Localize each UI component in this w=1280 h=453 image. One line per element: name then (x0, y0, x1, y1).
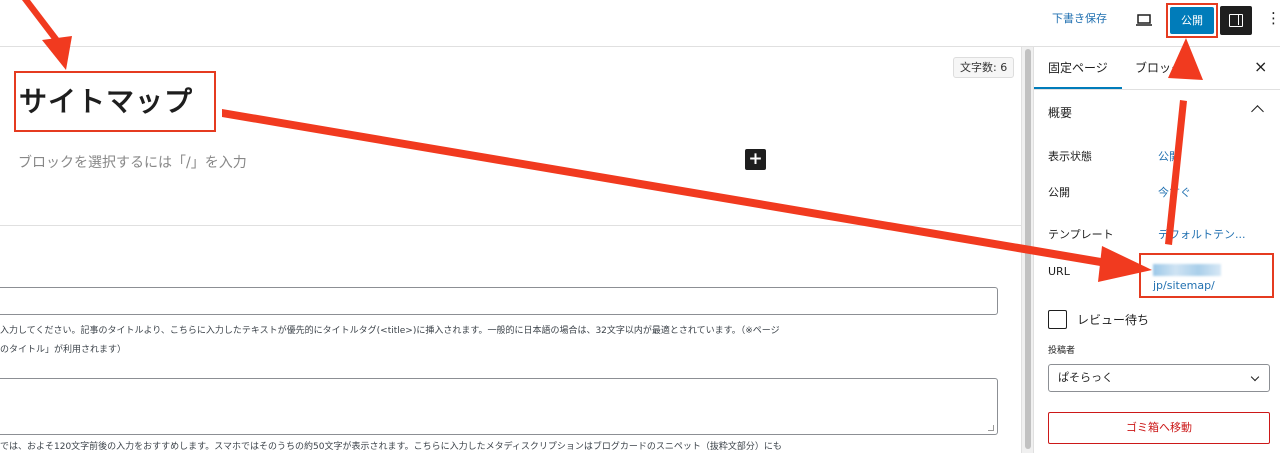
editor-canvas: 文字数: 6 サイトマップ ブロックを選択するには「/」を入力 + ^ 入力して… (0, 47, 1021, 453)
author-value: ぱそらっく (1058, 371, 1113, 384)
publish-date-value[interactable]: 今すぐ (1158, 186, 1191, 200)
visibility-value[interactable]: 公開 (1158, 150, 1180, 164)
editor-scrollbar[interactable] (1021, 47, 1033, 453)
publish-button[interactable]: 公開 (1170, 7, 1214, 34)
sidebar-toggle-icon (1229, 14, 1243, 27)
url-suffix: jp/sitemap/ (1153, 279, 1215, 292)
block-placeholder[interactable]: ブロックを選択するには「/」を入力 (18, 154, 247, 172)
tab-page[interactable]: 固定ページ (1048, 47, 1108, 89)
add-block-button[interactable]: + (745, 149, 766, 170)
template-label: テンプレート (1048, 228, 1114, 241)
author-select[interactable]: ぱそらっく (1048, 364, 1270, 392)
tab-block[interactable]: ブロック (1135, 47, 1183, 89)
publish-label: 公開 (1048, 186, 1070, 199)
url-value[interactable]: jp/sitemap/ (1153, 262, 1273, 294)
editor-header: 下書き保存 公開 ⋮ (0, 0, 1280, 47)
settings-sidebar: 固定ページ ブロック × 概要 表示状態 公開 公開 今すぐ テンプレート デフ… (1033, 47, 1280, 453)
vertical-dots-icon[interactable]: ⋮ (1266, 10, 1280, 26)
meta-description-help: では、およそ120文字前後の入力をおすすめします。スマホではそのうちの約50文字… (0, 442, 782, 452)
save-draft-button[interactable]: 下書き保存 (1052, 11, 1107, 27)
seo-title-input[interactable] (0, 287, 998, 315)
laptop-icon[interactable] (1135, 12, 1153, 28)
visibility-label: 表示状態 (1048, 150, 1092, 163)
meta-description-input[interactable] (0, 378, 998, 435)
seo-title-help: 入力してください。記事のタイトルより、こちらに入力したテキストが優先的にタイトル… (0, 326, 780, 355)
tabs-divider (1034, 89, 1280, 90)
chevron-down-icon (1250, 372, 1260, 382)
word-count-badge: 文字数: 6 (953, 57, 1015, 78)
close-icon[interactable]: × (1254, 59, 1267, 75)
pending-review-label: レビュー待ち (1077, 313, 1150, 327)
scrollbar-thumb[interactable] (1025, 49, 1031, 449)
resize-handle-icon[interactable] (988, 425, 994, 431)
summary-panel-title[interactable]: 概要 (1048, 105, 1072, 121)
settings-toggle-button[interactable] (1220, 6, 1252, 35)
author-label: 投稿者 (1048, 346, 1076, 356)
chevron-up-icon[interactable]: ^ (995, 241, 1003, 252)
blurred-domain (1153, 264, 1221, 276)
pending-review-checkbox[interactable] (1048, 310, 1067, 329)
meta-divider (0, 225, 1021, 226)
move-to-trash-button[interactable]: ゴミ箱へ移動 (1048, 412, 1270, 444)
chevron-up-icon[interactable] (1251, 105, 1264, 118)
page-title[interactable]: サイトマップ (19, 85, 193, 119)
url-label: URL (1048, 265, 1070, 278)
template-value[interactable]: デフォルトテン... (1158, 228, 1246, 242)
